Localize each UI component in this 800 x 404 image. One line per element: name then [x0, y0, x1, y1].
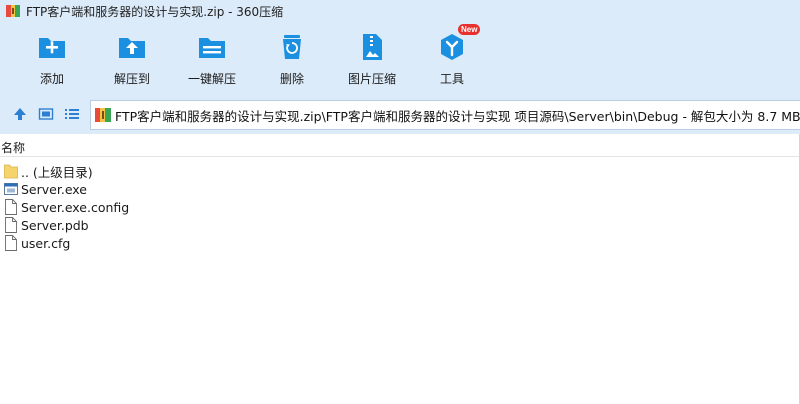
address-bar[interactable]: FTP客户端和服务器的设计与实现.zip\FTP客户端和服务器的设计与实现 项目…	[90, 100, 800, 130]
address-path: FTP客户端和服务器的设计与实现.zip\FTP客户端和服务器的设计与实现 项目…	[115, 108, 800, 124]
title-bar: FTP客户端和服务器的设计与实现.zip - 360压缩	[0, 0, 800, 22]
recycle-bin-icon	[283, 35, 301, 59]
window-title: FTP客户端和服务器的设计与实现.zip - 360压缩	[26, 4, 284, 19]
one-click-extract-button[interactable]: 一键解压	[172, 32, 252, 92]
list-item[interactable]: Server.exe	[0, 180, 800, 198]
toolbar: 添加 解压到 一键解压 删除 图片压缩 New 工具	[0, 22, 800, 94]
tools-icon	[441, 34, 463, 60]
folder-icon	[4, 164, 18, 179]
list-item-name: Server.exe	[21, 181, 87, 197]
add-icon	[39, 38, 65, 58]
exe-file-icon	[4, 183, 18, 195]
extract-to-icon	[119, 38, 145, 58]
360zip-logo-icon	[6, 5, 20, 17]
list-item[interactable]: Server.exe.config	[0, 198, 800, 216]
image-compress-label: 图片压缩	[347, 72, 396, 86]
column-header-name-label: 名称	[1, 141, 26, 155]
file-icon	[5, 235, 17, 251]
tools-label: 工具	[439, 72, 464, 86]
file-icon	[5, 217, 17, 233]
image-compress-icon	[363, 34, 382, 60]
one-click-extract-icon	[199, 38, 225, 58]
tools-icon-wrap: New	[437, 24, 481, 62]
arrow-up-icon[interactable]	[12, 106, 28, 122]
add-button[interactable]: 添加	[12, 32, 92, 92]
list-item[interactable]: .. (上级目录)	[0, 162, 800, 180]
list-item-name: Server.exe.config	[21, 199, 130, 215]
list-item-name: .. (上级目录)	[21, 164, 93, 180]
thumbnail-view-icon[interactable]	[38, 106, 54, 122]
image-compress-button[interactable]: 图片压缩	[332, 32, 412, 92]
file-list: .. (上级目录) Server.exe Server.exe.config S…	[0, 162, 800, 252]
tools-button[interactable]: New 工具	[412, 24, 492, 92]
delete-button[interactable]: 删除	[252, 32, 332, 92]
list-item[interactable]: user.cfg	[0, 234, 800, 252]
list-item-name: user.cfg	[21, 235, 71, 251]
list-item[interactable]: Server.pdb	[0, 216, 800, 234]
address-row: FTP客户端和服务器的设计与实现.zip\FTP客户端和服务器的设计与实现 项目…	[0, 94, 800, 134]
add-label: 添加	[39, 72, 64, 86]
extract-to-button[interactable]: 解压到	[92, 32, 172, 92]
column-header-name[interactable]: 名称	[0, 140, 800, 157]
list-item-name: Server.pdb	[21, 217, 89, 233]
archive-icon	[95, 108, 111, 122]
one-click-extract-label: 一键解压	[187, 72, 236, 86]
file-icon	[5, 199, 17, 215]
delete-label: 删除	[279, 72, 304, 86]
extract-to-label: 解压到	[113, 72, 150, 86]
new-badge: New	[458, 24, 481, 35]
list-view-icon[interactable]	[64, 106, 80, 122]
